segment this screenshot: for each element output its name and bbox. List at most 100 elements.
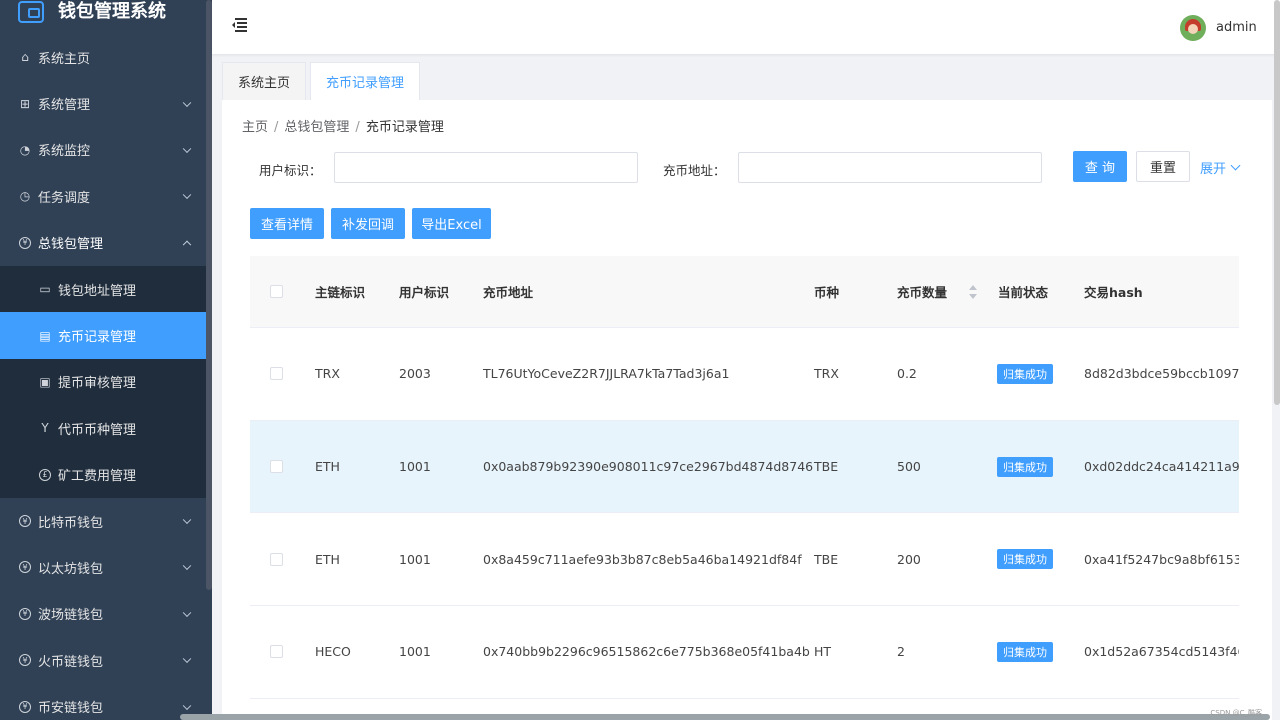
cell-address: 0x740bb9b2296c96515862c6e775b368e05f41ba… — [483, 644, 810, 660]
cell-hash: 0x1d52a67354cd5143f460 — [1084, 644, 1239, 660]
sidebar-item-label: 以太坊钱包 — [38, 561, 104, 577]
reset-button[interactable]: 重置 — [1136, 151, 1190, 182]
sidebar-item-label: 比特币钱包 — [38, 515, 104, 531]
breadcrumb-home[interactable]: 主页 — [242, 120, 268, 135]
avatar[interactable] — [1180, 15, 1206, 41]
cell-user: 1001 — [399, 551, 431, 567]
row-checkbox[interactable] — [270, 645, 283, 659]
cell-chain: TRX — [315, 366, 340, 382]
wallet-logo-icon — [18, 1, 44, 23]
coin-icon: £ — [38, 468, 52, 482]
table-row[interactable]: ETH 1001 0x8a459c711aefe93b3b87c8eb5a46b… — [250, 513, 1239, 607]
expand-toggle[interactable]: 展开 — [1200, 158, 1241, 177]
menu-fold-icon[interactable] — [232, 17, 248, 33]
dashboard-icon: ◔ — [19, 142, 31, 157]
sidebar-scrollbar[interactable] — [206, 0, 212, 590]
user-id-label: 用户标识： — [259, 163, 322, 178]
sidebar-item-label: 矿工费用管理 — [58, 469, 137, 485]
sidebar-item-wallet-address[interactable]: ▭ 钱包地址管理 — [0, 265, 206, 313]
table-row[interactable]: ETH 1001 0x0aab879b92390e908011c97ce2967… — [250, 420, 1239, 514]
cell-amount: 500 — [897, 459, 921, 475]
row-checkbox[interactable] — [270, 552, 283, 566]
sidebar-item-label: 系统管理 — [38, 98, 91, 114]
table-row[interactable]: TRX 2003 TL76UtYoCeveZ2R7JJLRA7kTa7Tad3j… — [250, 328, 1239, 421]
breadcrumb: 主页 / 总钱包管理 / 充币记录管理 — [242, 116, 444, 135]
sidebar-item-ethereum-wallet[interactable]: ¥ 以太坊钱包 — [0, 544, 206, 590]
sidebar-item-bitcoin-wallet[interactable]: ¥ 比特币钱包 — [0, 498, 206, 544]
chevron-down-icon — [182, 562, 192, 571]
deposit-address-input[interactable] — [738, 152, 1042, 183]
export-excel-button[interactable]: 导出Excel — [412, 208, 491, 239]
brand: 钱包管理系统 — [0, 0, 212, 30]
chevron-up-icon — [182, 240, 192, 249]
user-id-input[interactable] — [334, 152, 638, 183]
sidebar-item-tron-wallet[interactable]: ¥ 波场链钱包 — [0, 591, 206, 637]
breadcrumb-parent[interactable]: 总钱包管理 — [284, 120, 349, 135]
sidebar-item-label: 任务调度 — [38, 190, 91, 206]
tab-home[interactable]: 系统主页 — [222, 62, 307, 100]
sidebar-item-label: 系统监控 — [38, 144, 91, 160]
row-checkbox[interactable] — [270, 460, 283, 474]
cell-coin: TBE — [814, 459, 839, 475]
sidebar-item-label: 代币币种管理 — [58, 422, 137, 438]
column-header: 当前状态 — [998, 285, 1049, 300]
cell-hash: 8d82d3bdce59bccb109725 — [1084, 366, 1239, 382]
chevron-down-icon — [182, 98, 192, 107]
sidebar-item-master-wallet[interactable]: ¥ 总钱包管理 — [0, 220, 206, 266]
cell-chain: ETH — [315, 459, 340, 475]
username[interactable]: admin — [1216, 20, 1257, 35]
calendar-icon: ▭ — [39, 282, 51, 297]
sidebar-item-token-types[interactable]: Y 代币币种管理 — [0, 405, 206, 452]
tab-deposit-records[interactable]: 充币记录管理 — [310, 62, 421, 100]
home-icon: ⌂ — [21, 50, 29, 65]
sort-icon[interactable] — [969, 284, 977, 299]
sidebar-item-miner-fee[interactable]: £ 矿工费用管理 — [0, 451, 206, 498]
sidebar-item-withdraw-audit[interactable]: ▣ 提币审核管理 — [0, 358, 206, 406]
cell-chain: ETH — [315, 551, 340, 567]
status-badge: 归集成功 — [997, 641, 1053, 662]
currency-icon: ¥ — [18, 653, 32, 667]
select-all-checkbox[interactable] — [270, 285, 283, 298]
sidebar-item-bsc-wallet[interactable]: ¥ 币安链钱包 — [0, 683, 206, 720]
sidebar-item-monitor[interactable]: ◔ 系统监控 — [0, 127, 206, 173]
status-badge: 归集成功 — [997, 456, 1053, 477]
watermark: CSDN @C_酷客 — [1210, 709, 1262, 717]
breadcrumb-current: 充币记录管理 — [365, 120, 444, 135]
table-row[interactable]: HECO 1001 0x740bb9b2296c96515862c6e775b3… — [250, 606, 1239, 699]
cell-amount: 0.2 — [897, 366, 917, 382]
sidebar-item-system[interactable]: ⊞ 系统管理 — [0, 80, 206, 126]
chevron-down-icon — [182, 608, 192, 617]
query-button[interactable]: 查 询 — [1073, 151, 1127, 182]
cell-address: TL76UtYoCeveZ2R7JJLRA7kTa7Tad3j6a1 — [483, 366, 730, 382]
sidebar-item-heco-wallet[interactable]: ¥ 火币链钱包 — [0, 637, 206, 683]
horizontal-scrollbar[interactable] — [180, 714, 1270, 720]
chevron-down-icon — [182, 190, 192, 200]
status-badge: 归集成功 — [997, 549, 1053, 570]
tabs-bar: 系统主页 充币记录管理 — [222, 62, 424, 100]
chevron-down-icon — [182, 654, 192, 664]
sidebar-item-tasks[interactable]: ◷ 任务调度 — [0, 173, 206, 219]
breadcrumb-separator: / — [355, 120, 360, 135]
sidebar: 钱包管理系统 ⌂ 系统主页 ⊞ 系统管理 ◔ 系统监控 ◷ 任务调度 ¥ 总钱包… — [0, 0, 212, 720]
resend-callback-button[interactable]: 补发回调 — [331, 208, 405, 239]
cell-user: 1001 — [399, 644, 431, 660]
column-header[interactable]: 充币数量 — [897, 282, 947, 301]
sidebar-item-home[interactable]: ⌂ 系统主页 — [0, 34, 206, 80]
column-header: 充币地址 — [483, 285, 534, 300]
main-content: 主页 / 总钱包管理 / 充币记录管理 用户标识： 充币地址： 查 询 重置 展开 查看… — [222, 100, 1272, 720]
sidebar-item-label: 系统主页 — [38, 51, 91, 67]
fork-icon: Y — [41, 421, 49, 436]
table-header: 主链标识 用户标识 充币地址 币种 充币数量 当前状态 交易hash — [250, 256, 1239, 328]
app-title: 钱包管理系统 — [58, 1, 166, 22]
column-header: 主链标识 — [315, 285, 366, 300]
row-checkbox[interactable] — [270, 367, 283, 381]
audit-icon: ▣ — [39, 374, 51, 389]
chevron-down-icon — [182, 144, 192, 154]
view-details-button[interactable]: 查看详情 — [250, 208, 324, 239]
page-scrollbar[interactable] — [1274, 0, 1280, 405]
expand-label: 展开 — [1200, 162, 1227, 177]
sidebar-item-label: 波场链钱包 — [38, 608, 104, 624]
cell-amount: 200 — [897, 551, 921, 567]
sidebar-item-deposit-records[interactable]: ▤ 充币记录管理 — [0, 312, 206, 359]
cell-coin: HT — [814, 644, 832, 660]
